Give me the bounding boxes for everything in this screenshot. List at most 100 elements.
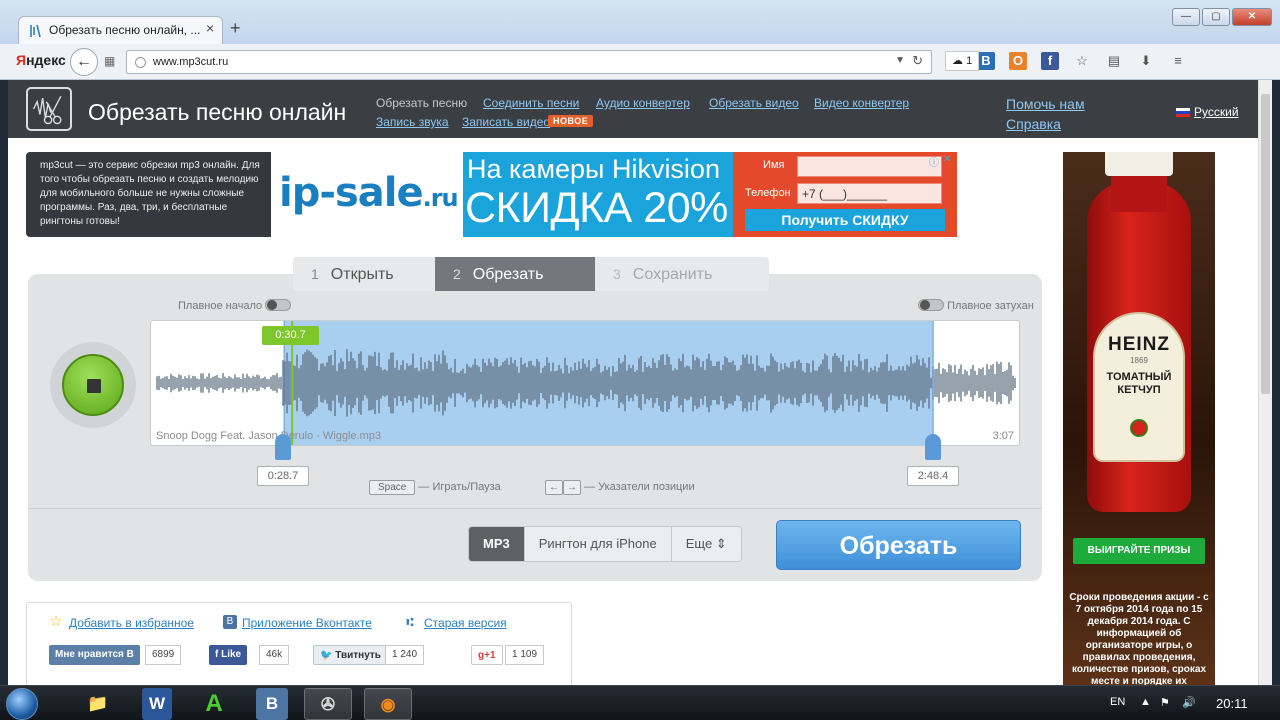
ad-form: Имя Телефон +7 (___)______ Получить СКИД… — [733, 152, 957, 237]
reference-link[interactable]: Справка — [1006, 114, 1085, 134]
fade-out-toggle[interactable]: Плавное затухан — [918, 299, 1034, 312]
firefox-icon[interactable]: ◉ — [364, 688, 412, 720]
file-name: Snoop Dogg Feat. Jason Derulo - Wiggle.m… — [156, 430, 382, 442]
nav-record-sound[interactable]: Запись звука — [376, 115, 449, 129]
step-open[interactable]: 1 Открыть — [293, 257, 435, 291]
globe-icon — [135, 57, 146, 68]
media-app-icon[interactable]: ✇ — [304, 688, 352, 720]
old-version-link[interactable]: Старая версия — [424, 616, 507, 630]
ad-name-label: Имя — [763, 159, 785, 171]
explorer-icon[interactable]: 📁 — [74, 688, 122, 720]
fade-in-toggle[interactable]: Плавное начало — [178, 299, 292, 312]
maximize-icon[interactable]: ▢ — [1202, 8, 1230, 26]
ok-extension-icon[interactable]: О — [1009, 52, 1027, 70]
fb-like-button[interactable]: f Like — [209, 645, 248, 665]
menu-icon[interactable]: ≡ — [1169, 52, 1187, 70]
format-iphone-ringtone[interactable]: Рингтон для iPhone — [524, 527, 672, 561]
new-tab-icon[interactable]: + — [230, 18, 241, 39]
reload-icon[interactable]: ↻ — [912, 53, 923, 69]
url-dropdown-icon[interactable]: ▼ — [895, 55, 905, 66]
clipboard-icon[interactable]: ▤ — [1105, 52, 1123, 70]
window-controls: — ▢ ✕ — [1172, 8, 1272, 26]
page-scrollbar[interactable] — [1258, 80, 1272, 685]
clock[interactable]: 20:11 — [1216, 696, 1248, 711]
nav-audio-converter[interactable]: Аудио конвертер — [596, 96, 690, 110]
help-us-link[interactable]: Помочь нам — [1006, 94, 1085, 114]
fade-out-switch[interactable] — [918, 299, 944, 311]
close-window-icon[interactable]: ✕ — [1232, 8, 1272, 26]
promo-terms-text: Сроки проведения акции - с 7 октября 201… — [1069, 592, 1209, 685]
ad-name-field[interactable] — [797, 156, 942, 177]
nav-cut-song: Обрезать песню — [376, 96, 468, 110]
cut-button[interactable]: Обрезать — [776, 520, 1021, 570]
browser-tab[interactable]: Обрезать песню онлайн, ... — [18, 16, 223, 44]
end-handle[interactable] — [925, 434, 941, 460]
tweet-button[interactable]: 🐦 Твитнуть — [313, 645, 388, 665]
vk-app-icon[interactable]: В — [256, 688, 288, 720]
track-duration: 3:07 — [992, 430, 1014, 442]
fb-like-count: 46k — [259, 645, 290, 665]
tray-up-icon[interactable]: ▲ — [1140, 696, 1151, 708]
weather-icon[interactable]: ☁ 1 — [945, 51, 980, 71]
format-more-dropdown[interactable]: Еще ⇕ — [671, 527, 741, 561]
tab-close-icon[interactable]: × — [206, 20, 214, 36]
bookmark-star-icon[interactable]: ☆ — [1073, 52, 1091, 70]
add-to-favorites-link[interactable]: Добавить в избранное — [69, 616, 194, 630]
vk-extension-icon[interactable]: В — [977, 52, 995, 70]
format-mp3[interactable]: MP3 — [469, 527, 525, 561]
russia-flag-icon — [1176, 108, 1190, 117]
tableau-grid-icon[interactable]: ▦ — [104, 54, 118, 68]
start-time-box[interactable]: 0:28.7 — [257, 466, 309, 486]
word-icon[interactable]: W — [142, 688, 172, 720]
ad-info-icon[interactable]: ⓘ — [929, 154, 939, 169]
ad-cta-button[interactable]: Получить СКИДКУ — [745, 209, 945, 231]
vk-like-button[interactable]: Мне нравится В — [49, 645, 140, 665]
heinz-side-ad[interactable]: HEINZ 1869 ТОМАТНЫЙ КЕТЧУП ВЫИГРАЙТЕ ПРИ… — [1063, 152, 1215, 685]
ad-phone-label: Телефон — [745, 187, 791, 199]
ad-phone-field[interactable]: +7 (___)______ — [797, 183, 942, 204]
download-icon[interactable]: ⬇ — [1137, 52, 1155, 70]
scrollbar-thumb[interactable] — [1261, 94, 1270, 394]
nav-join-songs[interactable]: Соединить песни — [483, 96, 579, 110]
facebook-extension-icon[interactable]: f — [1041, 52, 1059, 70]
step-cut[interactable]: 2 Обрезать — [435, 257, 595, 291]
language-selector[interactable]: Русский — [1176, 105, 1239, 119]
scissors-wave-logo-icon[interactable] — [26, 87, 72, 131]
acid-app-icon[interactable]: A — [190, 688, 238, 720]
ipsale-ad-banner[interactable]: ip-sale.ru На камеры Hikvision СКИДКА 20… — [271, 152, 957, 237]
vk-app-link[interactable]: Приложение Вконтакте — [242, 616, 372, 630]
back-arrow-icon[interactable]: ← — [70, 48, 98, 76]
play-stop-button[interactable] — [50, 342, 136, 428]
gplus-button[interactable]: g+1 — [471, 645, 503, 665]
steps-bar: 1 Открыть 2 Обрезать 3 Сохранить — [293, 257, 769, 291]
old-version-icon: ⑆ — [406, 615, 414, 629]
nav-video-converter[interactable]: Видео конвертер — [814, 96, 909, 110]
flag-icon[interactable]: ⚑ — [1160, 696, 1170, 709]
arrows-hint-text: — Указатели позиции — [584, 481, 695, 493]
format-selector: MP3 Рингтон для iPhone Еще ⇕ — [468, 526, 742, 562]
address-bar[interactable]: www.mp3cut.ru ▼ ↻ — [126, 50, 932, 74]
start-handle[interactable] — [275, 434, 291, 460]
star-icon: ☆ — [49, 613, 63, 630]
nav-record-video[interactable]: Записать видео — [462, 115, 550, 129]
minimize-icon[interactable]: — — [1172, 8, 1200, 26]
ipsale-logo: ip-sale.ru — [279, 170, 459, 216]
site-header: Обрезать песню онлайн Обрезать песню Сое… — [8, 80, 1258, 138]
nav-cut-video[interactable]: Обрезать видео — [709, 96, 799, 110]
language-indicator[interactable]: EN — [1110, 696, 1125, 708]
bottle-cap — [1105, 152, 1173, 176]
volume-icon[interactable]: 🔊 — [1182, 696, 1196, 709]
heinz-product: ТОМАТНЫЙ КЕТЧУП — [1106, 371, 1172, 396]
fade-out-label: Плавное затухан — [947, 300, 1034, 312]
gplus-count: 1 109 — [505, 645, 545, 665]
yandex-logo[interactable]: Яндекс — [16, 52, 66, 68]
help-links: Помочь нам Справка — [1006, 94, 1085, 134]
win-prizes-button[interactable]: ВЫИГРАЙТЕ ПРИЗЫ — [1073, 538, 1205, 564]
tweet-count: 1 240 — [385, 645, 425, 665]
share-panel: ☆ Добавить в избранное В Приложение Вкон… — [26, 602, 572, 685]
start-button-icon[interactable] — [6, 688, 38, 720]
end-time-box[interactable]: 2:48.4 — [907, 466, 959, 486]
fade-in-switch[interactable] — [265, 299, 292, 311]
vk-like-count: 6899 — [145, 645, 182, 665]
ad-close-icon[interactable]: ✕ — [943, 154, 951, 165]
